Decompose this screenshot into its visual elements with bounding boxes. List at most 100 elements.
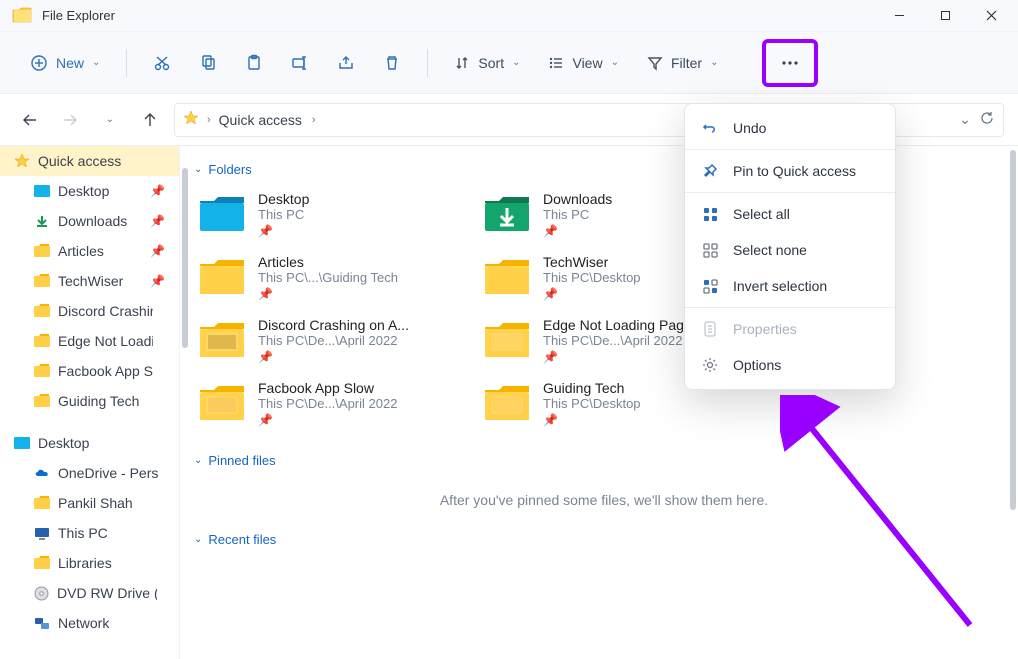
title-bar: File Explorer	[0, 0, 1018, 32]
folder-path: This PC\...\Guiding Tech	[258, 270, 398, 285]
pin-icon: 📌	[150, 214, 165, 228]
navigation-pane: Quick access Desktop📌 Downloads📌 Article…	[0, 146, 180, 659]
rename-button[interactable]	[281, 48, 319, 78]
pin-icon	[701, 162, 719, 180]
nav-facebook[interactable]: Facbook App Slow	[0, 356, 179, 386]
folder-name: Edge Not Loading Pag...	[543, 317, 696, 333]
properties-icon	[701, 320, 719, 338]
pin-icon: 📌	[258, 348, 409, 364]
folder-item[interactable]: Facbook App SlowThis PC\De...\April 2022…	[190, 372, 475, 435]
folder-name: Downloads	[543, 191, 612, 207]
forward-button[interactable]	[54, 104, 86, 136]
folder-name: Articles	[258, 254, 398, 270]
pin-icon: 📌	[150, 184, 165, 198]
view-label: View	[572, 55, 602, 71]
folder-name: Guiding Tech	[543, 380, 641, 396]
minimize-button[interactable]	[876, 0, 922, 32]
more-highlight	[762, 39, 818, 87]
menu-pin[interactable]: Pin to Quick access	[685, 153, 895, 189]
close-button[interactable]	[968, 0, 1014, 32]
new-label: New	[56, 55, 84, 71]
menu-invert[interactable]: Invert selection	[685, 268, 895, 304]
nav-edge[interactable]: Edge Not Loading Pages	[0, 326, 179, 356]
pin-icon: 📌	[258, 285, 398, 301]
invert-icon	[701, 277, 719, 295]
command-bar: New ⌄ Sort⌄ View⌄ Filter⌄	[0, 32, 1018, 94]
folder-icon	[198, 254, 246, 298]
folder-icon	[198, 191, 246, 235]
folder-name: Desktop	[258, 191, 309, 207]
filter-label: Filter	[671, 55, 702, 71]
recent-dropdown[interactable]: ⌄	[94, 104, 126, 136]
sort-label: Sort	[478, 55, 504, 71]
folder-item[interactable]: Discord Crashing on A...This PC\De...\Ap…	[190, 309, 475, 372]
maximize-button[interactable]	[922, 0, 968, 32]
folder-path: This PC	[258, 207, 309, 222]
select-all-icon	[701, 205, 719, 223]
delete-button[interactable]	[373, 48, 411, 78]
section-recent[interactable]: ⌄Recent files	[190, 526, 1018, 553]
pin-icon: 📌	[258, 411, 397, 427]
nav-desktop-group[interactable]: Desktop	[0, 428, 179, 458]
pin-icon: 📌	[543, 285, 641, 301]
folder-icon	[483, 317, 531, 361]
undo-icon	[701, 119, 719, 137]
more-button[interactable]	[770, 47, 810, 79]
filter-button[interactable]: Filter⌄	[637, 49, 729, 77]
pin-icon: 📌	[150, 274, 165, 288]
nav-onedrive[interactable]: OneDrive - Personal	[0, 458, 179, 488]
select-none-icon	[701, 241, 719, 259]
pin-icon: 📌	[258, 222, 309, 238]
sort-button[interactable]: Sort⌄	[444, 49, 530, 77]
menu-select-none[interactable]: Select none	[685, 232, 895, 268]
folder-item[interactable]: ArticlesThis PC\...\Guiding Tech📌	[190, 246, 475, 309]
back-button[interactable]	[14, 104, 46, 136]
pin-icon: 📌	[543, 411, 641, 427]
view-button[interactable]: View⌄	[538, 49, 628, 77]
content-scrollbar[interactable]	[1010, 150, 1016, 510]
pin-icon: 📌	[543, 348, 696, 364]
folder-path: This PC\Desktop	[543, 270, 641, 285]
menu-options[interactable]: Options	[685, 347, 895, 383]
nav-discord[interactable]: Discord Crashing on April Fools	[0, 296, 179, 326]
menu-properties: Properties	[685, 311, 895, 347]
menu-select-all[interactable]: Select all	[685, 196, 895, 232]
nav-user[interactable]: Pankil Shah	[0, 488, 179, 518]
nav-quick-label: Quick access	[38, 153, 121, 169]
window-title: File Explorer	[42, 8, 115, 23]
folder-item[interactable]: DesktopThis PC📌	[190, 183, 475, 246]
nav-techwiser[interactable]: TechWiser📌	[0, 266, 179, 296]
share-button[interactable]	[327, 48, 365, 78]
nav-thispc[interactable]: This PC	[0, 518, 179, 548]
pin-icon: 📌	[150, 244, 165, 258]
nav-quick-access[interactable]: Quick access	[0, 146, 179, 176]
new-button[interactable]: New ⌄	[20, 48, 110, 78]
gear-icon	[701, 356, 719, 374]
address-dropdown[interactable]: ⌄	[959, 111, 971, 128]
folder-name: Facbook App Slow	[258, 380, 397, 396]
folder-path: This PC\De...\April 2022	[258, 333, 409, 348]
paste-button[interactable]	[235, 48, 273, 78]
folder-icon	[483, 254, 531, 298]
folder-path: This PC	[543, 207, 612, 222]
folder-icon	[483, 191, 531, 235]
pinned-empty-msg: After you've pinned some files, we'll sh…	[190, 474, 1018, 526]
up-button[interactable]	[134, 104, 166, 136]
menu-undo[interactable]: Undo	[685, 110, 895, 146]
nav-network[interactable]: Network	[0, 608, 179, 638]
folder-path: This PC\De...\April 2022	[258, 396, 397, 411]
nav-libraries[interactable]: Libraries	[0, 548, 179, 578]
nav-articles[interactable]: Articles📌	[0, 236, 179, 266]
refresh-button[interactable]	[979, 110, 995, 129]
copy-button[interactable]	[189, 48, 227, 78]
section-pinned[interactable]: ⌄Pinned files	[190, 447, 1018, 474]
nav-desktop[interactable]: Desktop📌	[0, 176, 179, 206]
folder-name: TechWiser	[543, 254, 641, 270]
folder-icon	[483, 380, 531, 424]
nav-downloads[interactable]: Downloads📌	[0, 206, 179, 236]
nav-guidingtech[interactable]: Guiding Tech	[0, 386, 179, 416]
cut-button[interactable]	[143, 48, 181, 78]
star-icon	[183, 110, 199, 129]
nav-dvd[interactable]: DVD RW Drive (E:)	[0, 578, 179, 608]
breadcrumb-root[interactable]: Quick access	[219, 112, 302, 128]
